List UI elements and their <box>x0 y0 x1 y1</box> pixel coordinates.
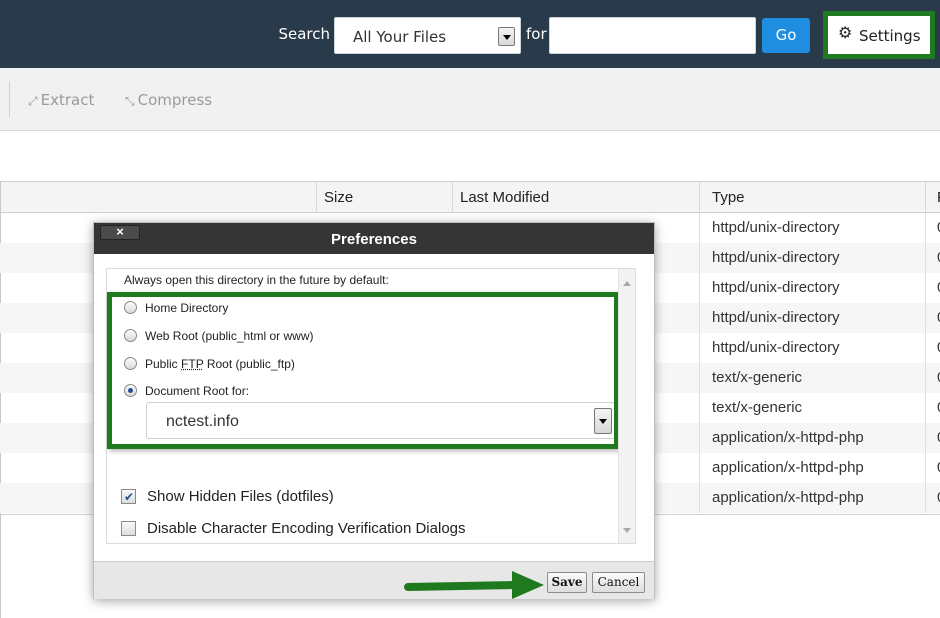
compress-icon: ⤡ <box>125 94 135 108</box>
dialog-footer: Save Cancel <box>94 561 654 599</box>
default-directory-prompt: Always open this directory in the future… <box>124 273 389 287</box>
column-last-modified[interactable]: Last Modified <box>452 182 699 213</box>
close-icon[interactable]: × <box>100 225 140 240</box>
settings-label: Settings <box>859 27 921 45</box>
column-permissions[interactable]: P <box>925 182 940 213</box>
scroll-up-icon[interactable] <box>623 281 631 286</box>
top-navbar: Search All Your Files for Go ⚙ Settings <box>0 0 940 68</box>
extract-icon: ⤢ <box>28 94 38 108</box>
for-label: for <box>526 25 547 43</box>
row-perm: 0 <box>925 213 940 243</box>
row-type: httpd/unix-directory <box>699 213 840 243</box>
search-scope-value: All Your Files <box>353 28 447 46</box>
extract-label: Extract <box>40 91 95 109</box>
preferences-dialog: Preferences × Always open this directory… <box>93 222 655 599</box>
column-type[interactable]: Type <box>699 182 925 213</box>
row-perm: 0 <box>925 393 940 423</box>
highlight-box <box>107 292 619 449</box>
row-type: httpd/unix-directory <box>699 243 840 273</box>
row-type: text/x-generic <box>699 393 802 423</box>
search-input[interactable] <box>549 17 756 54</box>
row-type: application/x-httpd-php <box>699 453 864 483</box>
checkbox-label: Disable Character Encoding Verification … <box>147 520 466 537</box>
row-type: httpd/unix-directory <box>699 333 840 363</box>
dialog-title: Preferences <box>331 231 417 248</box>
save-button[interactable]: Save <box>547 572 587 593</box>
row-type: httpd/unix-directory <box>699 273 840 303</box>
search-scope-select[interactable]: All Your Files <box>334 17 521 54</box>
checkbox[interactable] <box>121 521 136 536</box>
settings-button[interactable]: ⚙ Settings <box>823 11 935 59</box>
row-perm: 0 <box>925 363 940 393</box>
row-type: application/x-httpd-php <box>699 423 864 453</box>
row-perm: 0 <box>925 453 940 483</box>
go-button[interactable]: Go <box>762 18 810 53</box>
column-size[interactable]: Size <box>316 182 452 213</box>
arrow-annotation-icon <box>404 571 544 599</box>
row-type: application/x-httpd-php <box>699 483 864 513</box>
checkbox-checked[interactable] <box>121 488 136 506</box>
dialog-body: Always open this directory in the future… <box>106 268 636 544</box>
row-type: text/x-generic <box>699 363 802 393</box>
row-perm: 0 <box>925 333 940 363</box>
row-perm: 0 <box>925 303 940 333</box>
row-type: httpd/unix-directory <box>699 303 840 333</box>
dialog-scrollbar[interactable] <box>618 269 635 543</box>
search-label: Search <box>278 25 330 43</box>
checkbox-label: Show Hidden Files (dotfiles) <box>147 488 334 505</box>
row-perm: 0 <box>925 483 940 513</box>
compress-button[interactable]: ⤡ Compress <box>125 91 212 109</box>
extract-button[interactable]: ⤢ Extract <box>28 91 94 109</box>
compress-label: Compress <box>137 91 213 109</box>
file-table-header: Size Last Modified Type P <box>0 181 940 213</box>
scroll-down-icon[interactable] <box>623 528 631 533</box>
dialog-title-bar: Preferences × <box>94 223 654 254</box>
file-toolbar: ⤢ Extract ⤡ Compress <box>0 68 940 131</box>
gear-icon: ⚙ <box>838 25 853 42</box>
dropdown-arrow-icon[interactable] <box>498 27 515 46</box>
row-perm: 0 <box>925 243 940 273</box>
cancel-button[interactable]: Cancel <box>592 572 645 593</box>
toolbar-divider <box>9 81 10 117</box>
row-perm: 0 <box>925 273 940 303</box>
row-perm: 0 <box>925 423 940 453</box>
